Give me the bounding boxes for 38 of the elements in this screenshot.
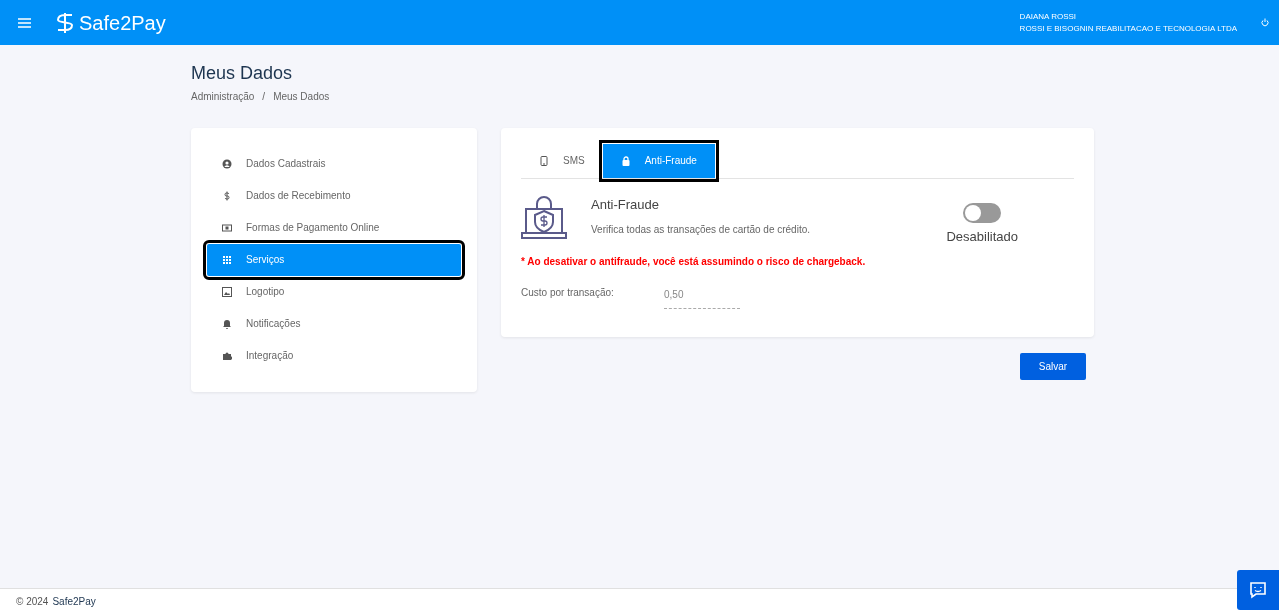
banknote-icon [222, 222, 232, 233]
sidebar-item[interactable]: Formas de Pagamento Online [207, 211, 461, 244]
service-title: Anti-Fraude [591, 195, 660, 214]
sidebar-item[interactable]: Dados de Recebimento [207, 179, 461, 212]
dollar-icon [222, 190, 232, 201]
chat-button[interactable] [1237, 570, 1279, 610]
toggle-switch[interactable] [963, 202, 1002, 223]
sidebar-item[interactable]: Logotipo [207, 275, 461, 308]
footer-brand-link[interactable]: Safe2Pay [52, 594, 96, 609]
save-button[interactable]: Salvar [1020, 353, 1086, 381]
breadcrumb-item: Meus Dados [273, 89, 330, 104]
phone-icon [539, 155, 549, 166]
status-label: Desabilitado [946, 227, 1018, 246]
menu-icon[interactable] [18, 17, 31, 28]
sidebar-item[interactable]: Dados Cadastrais [207, 147, 461, 180]
sidebar-item[interactable]: Integração [207, 339, 461, 372]
cost-field[interactable]: 0,50 [664, 285, 740, 310]
user-name: DAIANA ROSSI [1019, 10, 1078, 23]
breadcrumb-separator: / [262, 89, 266, 104]
bell-icon [222, 318, 232, 329]
sidebar-item[interactable]: Notificações [207, 307, 461, 340]
puzzle-icon [222, 350, 232, 361]
brand-name: Safe2Pay [79, 10, 166, 36]
page-title: Meus Dados [191, 63, 294, 85]
chat-smile-icon [1249, 581, 1267, 599]
copyright-text: © 2024 [16, 595, 49, 609]
breadcrumb-item[interactable]: Administração [191, 88, 255, 104]
cost-label: Custo por transação: [521, 286, 615, 301]
service-description: Verifica todas as transações de cartão de crédito. [591, 223, 811, 238]
laptop-shield-icon [521, 194, 567, 241]
warning-text: * Ao desativar o antifraude, você está assumindo o risco de chargeback. [521, 255, 867, 270]
lock-icon [620, 155, 631, 166]
logo-icon [55, 11, 75, 34]
company-name: ROSSI E BISOGNIN REABILITACAO E TECNOLOGIA LTDA [1019, 22, 1237, 35]
grid-icon [222, 254, 232, 265]
user-icon [222, 158, 232, 169]
tab[interactable]: SMS [521, 143, 603, 178]
image-icon [222, 286, 232, 297]
